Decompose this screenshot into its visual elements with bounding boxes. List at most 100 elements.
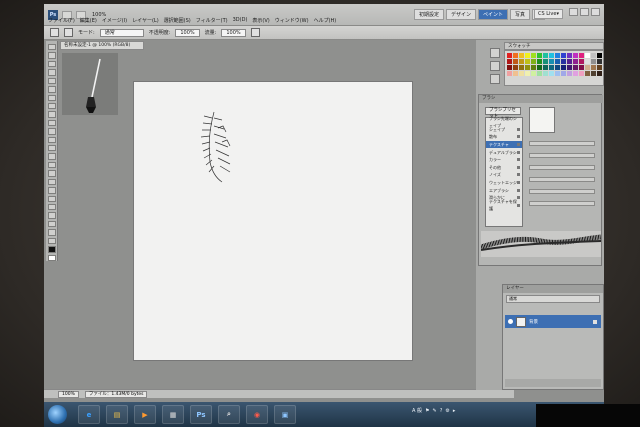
history-panel-icon[interactable] (490, 48, 500, 58)
color-swatch[interactable] (585, 71, 590, 76)
opacity-field[interactable]: 100% (175, 28, 200, 37)
color-swatch[interactable] (525, 53, 530, 58)
color-swatch[interactable] (519, 53, 524, 58)
brush-option-item[interactable]: テクスチャ (486, 140, 522, 149)
minimize-button[interactable] (569, 8, 578, 16)
color-swatch[interactable] (537, 59, 542, 64)
foreground-color-swatch[interactable] (47, 246, 56, 253)
taskbar-monitor-button[interactable]: ▣ (274, 405, 296, 424)
color-swatch[interactable] (519, 65, 524, 70)
color-swatch[interactable] (579, 71, 584, 76)
tool-icon[interactable] (47, 220, 56, 228)
color-swatch[interactable] (561, 59, 566, 64)
lock-icon[interactable] (517, 127, 520, 131)
tool-icon[interactable] (47, 128, 56, 135)
color-swatch[interactable] (585, 59, 590, 64)
color-swatch[interactable] (531, 65, 536, 70)
taskbar-explorer-button[interactable]: ▤ (106, 405, 128, 424)
menu-item[interactable]: フィルター(T) (196, 17, 228, 24)
ime-indicator[interactable]: A 般 (412, 407, 422, 414)
brush-option-item[interactable]: テクスチャを保護 (486, 199, 522, 211)
tool-icon[interactable] (47, 237, 56, 245)
taskbar-ie-button[interactable]: e (78, 405, 100, 424)
flow-field[interactable]: 100% (221, 28, 246, 37)
tool-icon[interactable] (47, 86, 56, 93)
blend-mode-select[interactable]: 通常 (506, 295, 600, 303)
workspace-button[interactable]: ペイント (478, 9, 509, 20)
color-swatch[interactable] (543, 65, 548, 70)
color-swatch[interactable] (513, 65, 518, 70)
document-canvas[interactable] (134, 82, 412, 360)
tool-icon[interactable] (47, 153, 56, 160)
angle-control[interactable] (529, 151, 595, 160)
brush-option-item[interactable]: その他 (486, 164, 522, 172)
color-swatch[interactable] (555, 53, 560, 58)
color-swatch[interactable] (507, 53, 512, 58)
color-swatch[interactable] (549, 53, 554, 58)
file-info-readout[interactable]: ファイル：1.43M/0 bytes (84, 390, 148, 398)
layers-tab[interactable]: レイヤー (503, 285, 603, 293)
tool-icon[interactable] (47, 178, 56, 186)
maximize-button[interactable] (580, 8, 589, 16)
mode-select[interactable]: 通常 (99, 28, 144, 37)
tray-icon[interactable]: ▸ (453, 408, 456, 414)
lock-icon[interactable] (517, 188, 520, 192)
menu-item[interactable]: ファイル(F) (48, 17, 75, 24)
brush-panel-icon[interactable] (490, 74, 500, 84)
tray-icon[interactable]: ✎ (433, 408, 437, 414)
color-swatch[interactable] (567, 53, 572, 58)
color-swatch[interactable] (597, 59, 602, 64)
color-swatch[interactable] (579, 53, 584, 58)
color-swatch[interactable] (519, 59, 524, 64)
menu-item[interactable]: イメージ(I) (102, 17, 127, 24)
brush-picker-icon[interactable] (64, 28, 73, 37)
color-swatch[interactable] (507, 71, 512, 76)
tool-icon[interactable] (47, 229, 56, 236)
color-swatch[interactable] (525, 65, 530, 70)
taskbar-photoshop-button[interactable]: Ps (190, 405, 212, 424)
menu-item[interactable]: ヘルプ(H) (314, 17, 337, 24)
close-button[interactable] (591, 8, 600, 16)
color-swatch[interactable] (567, 65, 572, 70)
brush-option-item[interactable]: ウェットエッジ (486, 179, 522, 187)
roundness-control[interactable] (529, 163, 595, 172)
color-swatch[interactable] (549, 65, 554, 70)
color-swatch[interactable] (537, 65, 542, 70)
airbrush-toggle-icon[interactable] (250, 28, 260, 37)
taskbar-app-red-button[interactable]: ◉ (246, 405, 268, 424)
color-swatch[interactable] (519, 71, 524, 76)
workspace-button[interactable]: デザイン (446, 9, 477, 20)
color-swatch[interactable] (531, 59, 536, 64)
color-swatch[interactable] (507, 59, 512, 64)
color-swatch[interactable] (567, 59, 572, 64)
color-swatch[interactable] (591, 65, 596, 70)
tool-icon[interactable] (47, 60, 56, 68)
color-swatch[interactable] (543, 71, 548, 76)
color-swatch[interactable] (573, 53, 578, 58)
cs-live-button[interactable]: CS Live▾ (534, 9, 563, 19)
visibility-eye-icon[interactable] (508, 319, 513, 324)
zoom-readout[interactable]: 100% (58, 390, 79, 398)
color-swatch[interactable] (561, 71, 566, 76)
brush-presets-button[interactable]: ブラシプリセット (485, 107, 521, 119)
layer-row[interactable]: 背景 (505, 315, 601, 328)
mode-dropdown[interactable] (529, 199, 595, 208)
color-swatch[interactable] (537, 53, 542, 58)
color-swatch[interactable] (507, 65, 512, 70)
color-swatch[interactable] (573, 71, 578, 76)
taskbar-search-button[interactable]: ⌕ (218, 405, 240, 424)
tool-icon[interactable] (47, 111, 56, 118)
brush-option-item[interactable]: ノイズ (486, 171, 522, 179)
menu-item[interactable]: 編集(E) (80, 17, 97, 24)
color-swatch[interactable] (555, 71, 560, 76)
color-swatch[interactable] (513, 59, 518, 64)
tray-icon[interactable]: ⚙ (445, 408, 449, 414)
color-swatch[interactable] (573, 59, 578, 64)
tool-icon[interactable] (47, 195, 56, 203)
color-panel-icon[interactable] (490, 61, 500, 71)
color-swatch[interactable] (591, 59, 596, 64)
color-swatch[interactable] (543, 59, 548, 64)
color-swatch[interactable] (579, 59, 584, 64)
color-swatch[interactable] (567, 71, 572, 76)
spacing-slider[interactable] (529, 187, 595, 196)
